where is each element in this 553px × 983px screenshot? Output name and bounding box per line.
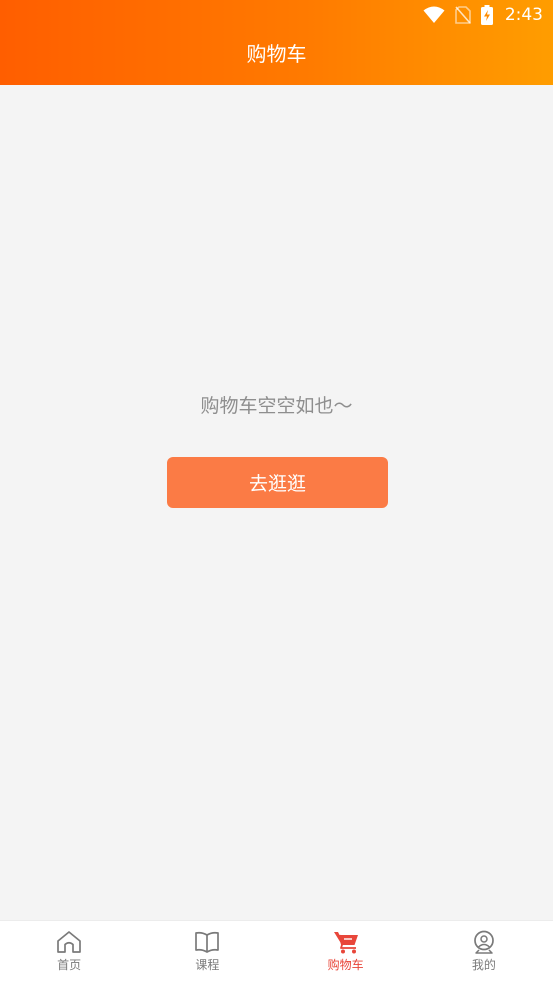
bottom-tab-bar: 首页 课程 购物车 我的 <box>0 920 553 983</box>
profile-icon <box>471 930 497 954</box>
app-header: 2:43 购物车 <box>0 0 553 85</box>
tab-cart[interactable]: 购物车 <box>277 921 415 983</box>
status-time: 2:43 <box>504 5 543 25</box>
tab-label-cart: 购物车 <box>327 958 364 972</box>
empty-cart-message: 购物车空空如也～ <box>200 395 353 417</box>
tab-label-courses: 课程 <box>195 958 220 972</box>
wifi-icon <box>423 6 445 24</box>
tab-mine[interactable]: 我的 <box>415 921 553 983</box>
tab-courses[interactable]: 课程 <box>138 921 276 983</box>
tab-home[interactable]: 首页 <box>0 921 138 983</box>
cart-icon <box>333 930 359 954</box>
tab-label-home: 首页 <box>57 958 82 972</box>
go-shopping-button[interactable]: 去逛逛 <box>167 457 388 508</box>
book-icon <box>194 930 220 954</box>
page-title: 购物车 <box>246 42 307 66</box>
home-icon <box>56 930 82 954</box>
tab-label-mine: 我的 <box>471 958 496 972</box>
status-bar: 2:43 <box>423 0 553 30</box>
battery-charging-icon <box>480 5 493 25</box>
no-sim-icon <box>455 6 471 24</box>
